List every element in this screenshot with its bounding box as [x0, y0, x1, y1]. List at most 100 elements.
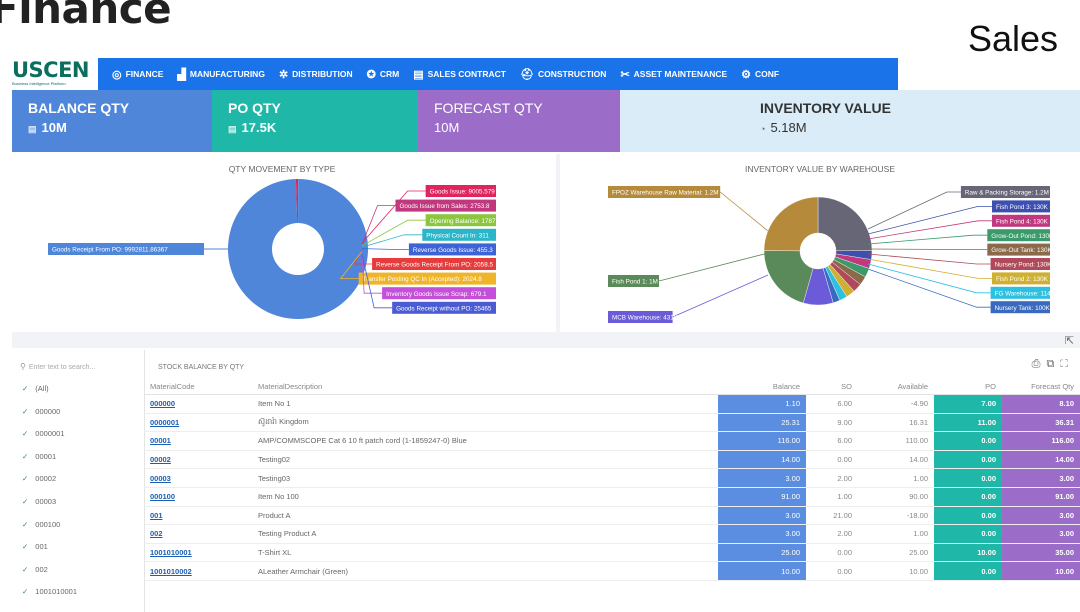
- material-code-link[interactable]: 002: [144, 524, 252, 544]
- filter-item[interactable]: ✓ 000100: [22, 520, 60, 529]
- nav-item-manufacturing[interactable]: ▟ MANUFACTURING: [177, 68, 265, 81]
- column-header[interactable]: SO: [806, 378, 858, 395]
- chart-title: INVENTORY VALUE BY WAREHOUSE: [744, 164, 896, 174]
- kpi-po-qty[interactable]: PO QTY ▤ 17.5K: [212, 90, 418, 152]
- material-code-link[interactable]: 00003: [144, 468, 252, 488]
- checkbox-checked-icon[interactable]: ✓: [22, 497, 28, 506]
- checkbox-checked-icon[interactable]: ✓: [22, 542, 28, 551]
- crm-icon: ✪: [366, 68, 376, 81]
- material-code-link[interactable]: 000100: [144, 487, 252, 507]
- material-code-link[interactable]: 001: [144, 506, 252, 526]
- po-cell: 11.00: [934, 413, 1002, 433]
- material-code-link[interactable]: 1001010001: [144, 543, 252, 563]
- nav-item-label: MANUFACTURING: [189, 69, 265, 79]
- column-header[interactable]: Forecast Qty: [1002, 378, 1080, 395]
- po-cell: 0.00: [934, 506, 1002, 526]
- donut-slice[interactable]: [763, 196, 819, 252]
- material-description: Testing Product A: [252, 524, 718, 544]
- filter-item[interactable]: ✓ 0000001: [22, 429, 65, 438]
- callout-label-text: Opening Balance: 1787: [430, 218, 496, 225]
- kpi-label: FORECAST QTY: [434, 100, 543, 116]
- filter-item[interactable]: ✓ 1001010001: [22, 587, 77, 596]
- filter-item-label: (All): [35, 384, 49, 393]
- so-cell: 1.00: [806, 487, 858, 507]
- available-cell: -18.00: [858, 506, 934, 526]
- nav-item-crm[interactable]: ✪ CRM: [367, 68, 400, 81]
- app-logo[interactable]: USCEN Business Intelligence Platform: [12, 58, 98, 90]
- checkbox-checked-icon[interactable]: ✓: [22, 587, 28, 596]
- kpi-inventory-value[interactable]: INVENTORY VALUE ◔ 5.18M: [620, 90, 1080, 152]
- table-header-row: MaterialCode MaterialDescription Balance…: [144, 378, 1080, 395]
- qty-movement-donut-chart[interactable]: Goods Receipt From PO: 9992811.86367 Good…: [12, 154, 552, 330]
- checkbox-checked-icon[interactable]: ✓: [22, 520, 28, 529]
- balance-cell: 116.00: [718, 431, 806, 451]
- column-header[interactable]: Balance: [718, 378, 806, 395]
- search-icon: ⚲: [20, 362, 26, 371]
- fullscreen-icon[interactable]: ⛶: [1060, 358, 1074, 370]
- table-row[interactable]: 001 Product A 3.00 21.00 -18.00 0.00 3.00: [144, 506, 1080, 526]
- callout-line: [867, 263, 991, 294]
- so-cell: 2.00: [806, 524, 858, 544]
- filter-item[interactable]: ✓ 00002: [22, 474, 56, 483]
- copy-icon[interactable]: ⧉: [1046, 358, 1060, 370]
- nav-item-construction[interactable]: ⛑ CONSTRUCTION: [520, 68, 606, 81]
- material-code-link[interactable]: 00001: [144, 431, 252, 451]
- filter-item[interactable]: ✓ 001: [22, 542, 48, 551]
- callout-label-text: Fish Pond 3: 130K: [996, 204, 1049, 211]
- checkbox-checked-icon[interactable]: ✓: [22, 429, 28, 438]
- table-row[interactable]: 1001010001 T-Shirt XL 25.00 0.00 25.00 10.00 3…: [144, 543, 1080, 563]
- kpi-value-text: 5.18M: [770, 120, 807, 135]
- filter-item-label: 001: [35, 542, 48, 552]
- checkbox-checked-icon[interactable]: ✓: [22, 452, 28, 461]
- table-row[interactable]: 1001010002 ALeather Armchair (Green) 10.00…: [144, 561, 1080, 581]
- kpi-balance-qty[interactable]: BALANCE QTY ▤ 10M: [12, 90, 212, 152]
- available-cell: 110.00: [858, 431, 934, 451]
- checkbox-checked-icon[interactable]: ✓: [22, 474, 28, 483]
- table-row[interactable]: 000000 Item No 1 1.10 6.00 -4.90 7.00 8.10: [144, 394, 1080, 414]
- nav-item-finance[interactable]: ◎ FINANCE: [112, 68, 163, 81]
- filter-item[interactable]: ✓ 002: [22, 565, 48, 574]
- kpi-forecast-qty[interactable]: FORECAST QTY 10M: [418, 90, 620, 152]
- nav-item-asset-maintenance[interactable]: ✂ ASSET MAINTENANCE: [620, 68, 727, 81]
- checkbox-checked-icon[interactable]: ✓: [22, 565, 28, 574]
- callout-label: Opening Balance: 1787: [425, 214, 496, 227]
- filter-search-input[interactable]: ⚲ Enter text to search...: [20, 362, 95, 371]
- column-header[interactable]: MaterialCode: [144, 378, 252, 395]
- nav-item-sales-contract[interactable]: ▤ SALES CONTRACT: [413, 68, 506, 81]
- column-header[interactable]: Available: [858, 378, 934, 395]
- callout-label: Physical Count In: 311: [422, 228, 496, 241]
- column-header[interactable]: PO: [934, 378, 1002, 395]
- table-row[interactable]: 00001 AMP/COMMSCOPE Cat 6 10 ft patch cor…: [144, 431, 1080, 451]
- material-code-link[interactable]: 0000001: [144, 413, 252, 433]
- inventory-value-donut-chart[interactable]: FPOZ Warehouse Raw Material: 1.2M Fish Po…: [560, 154, 1080, 330]
- material-code-link[interactable]: 00002: [144, 450, 252, 470]
- checkbox-checked-icon[interactable]: ✓: [22, 407, 28, 416]
- export-icon[interactable]: ⇱: [1065, 334, 1074, 347]
- material-code-link[interactable]: 1001010002: [144, 561, 252, 581]
- filter-item[interactable]: ✓ (All): [22, 384, 49, 393]
- forecast-cell: 3.00: [1002, 506, 1080, 526]
- callout-label: Goods Issue: 9005.579: [425, 185, 496, 197]
- callout-label-text: Grow-Out Pond: 130K: [991, 233, 1054, 240]
- filter-item-label: 000100: [35, 519, 61, 529]
- table-row[interactable]: 00003 Testing03 3.00 2.00 1.00 0.00 3.00: [144, 468, 1080, 488]
- filter-item[interactable]: ✓ 00003: [22, 497, 56, 506]
- table-row[interactable]: 00002 Testing02 14.00 0.00 14.00 0.00 14.00: [144, 450, 1080, 470]
- table-row[interactable]: 000100 Item No 100 91.00 1.00 90.00 0.00 91.00: [144, 487, 1080, 507]
- nav-item-distribution[interactable]: ✲ DISTRIBUTION: [279, 68, 353, 81]
- callout-label-text: FPOZ Warehouse Raw Material: 1.2M: [612, 190, 719, 197]
- nav-item-label: CONF: [755, 69, 780, 79]
- filter-item[interactable]: ✓ 000000: [22, 407, 60, 416]
- checkbox-checked-icon[interactable]: ✓: [22, 384, 28, 393]
- table-row[interactable]: 0000001 ស៊ូដារ៉ា Kingdom 25.31 9.00 16.31 11.…: [144, 413, 1080, 433]
- material-code-link[interactable]: 000000: [144, 394, 252, 414]
- construction-icon: ⛑: [519, 68, 534, 81]
- column-header[interactable]: MaterialDescription: [252, 378, 718, 395]
- export-icon[interactable]: ⎙: [1032, 358, 1047, 370]
- callout-line: [361, 248, 409, 250]
- filter-item[interactable]: ✓ 00001: [22, 452, 56, 461]
- donut-slice[interactable]: [817, 196, 873, 252]
- callout-line: [361, 219, 426, 247]
- table-row[interactable]: 002 Testing Product A 3.00 2.00 1.00 0.00 3.00: [144, 524, 1080, 544]
- nav-item-conf[interactable]: ⚙ CONF: [741, 68, 779, 81]
